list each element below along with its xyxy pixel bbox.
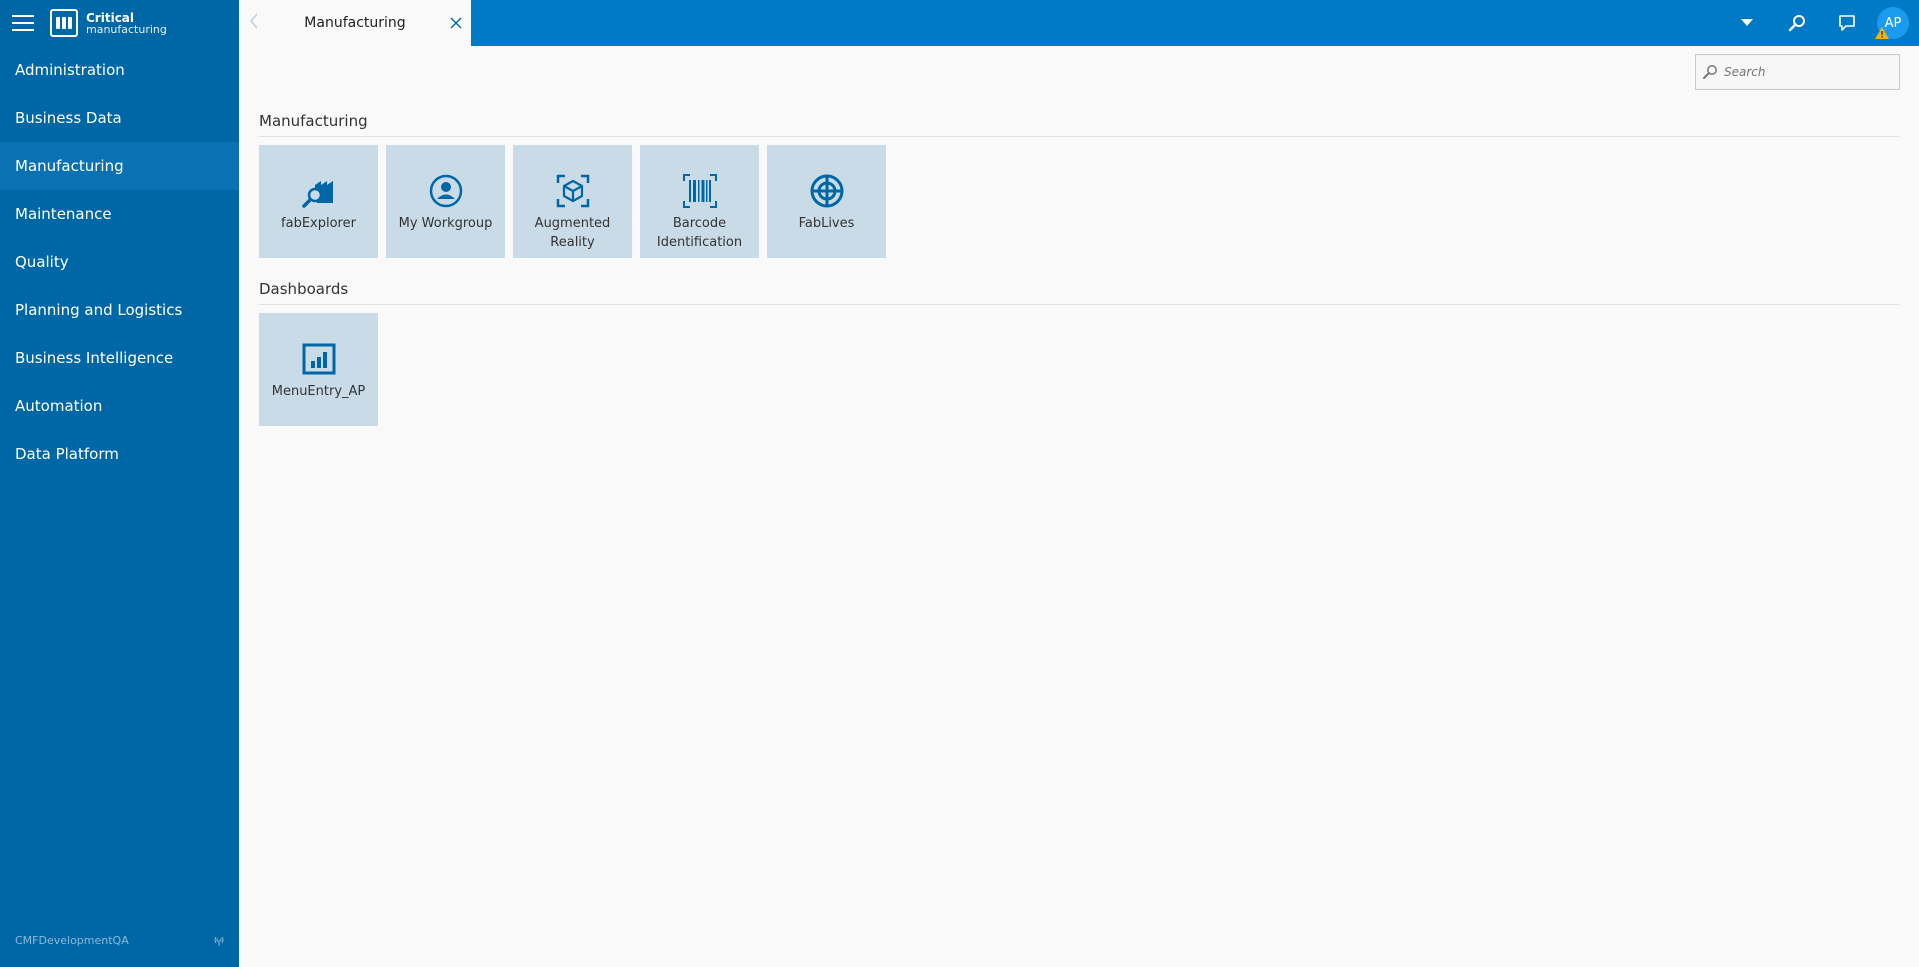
search-box — [1695, 54, 1900, 90]
top-bar: Manufacturing AP — [239, 0, 1919, 46]
sidebar-item-administration[interactable]: Administration — [0, 46, 239, 94]
sidebar: Critical manufacturing Administration Bu… — [0, 0, 239, 967]
section-manufacturing: Manufacturing fabExplorer My Workgroup A… — [259, 112, 1900, 258]
sidebar-item-automation[interactable]: Automation — [0, 382, 239, 430]
tile-label: Augmented Reality — [534, 216, 611, 250]
ar-cube-icon — [555, 171, 591, 211]
dashboard-chart-icon — [301, 339, 337, 379]
search-input[interactable] — [1724, 65, 1884, 79]
sidebar-nav: Administration Business Data Manufacturi… — [0, 46, 239, 478]
logo[interactable]: Critical manufacturing — [50, 9, 167, 37]
network-status-icon[interactable] — [214, 936, 224, 946]
sidebar-item-business-intelligence[interactable]: Business Intelligence — [0, 334, 239, 382]
section-title: Manufacturing — [259, 112, 1900, 137]
brand-bar: Critical manufacturing — [0, 0, 239, 46]
sidebar-item-data-platform[interactable]: Data Platform — [0, 430, 239, 478]
logo-mark-icon — [50, 9, 78, 37]
sidebar-item-manufacturing[interactable]: Manufacturing — [0, 142, 239, 190]
search-field-icon — [1696, 64, 1724, 80]
tile-label: fabExplorer — [281, 216, 356, 231]
target-icon — [809, 171, 845, 211]
tile-label: MenuEntry_AP — [271, 384, 366, 399]
tab-title: Manufacturing — [304, 15, 406, 31]
sidebar-item-business-data[interactable]: Business Data — [0, 94, 239, 142]
sidebar-item-planning-and-logistics[interactable]: Planning and Logistics — [0, 286, 239, 334]
tile-group: fabExplorer My Workgroup Augmented Reali… — [259, 145, 1900, 258]
tab-manufacturing[interactable]: Manufacturing — [239, 0, 471, 46]
search-icon[interactable] — [1772, 0, 1822, 46]
section-title: Dashboards — [259, 280, 1900, 305]
tile-menuentry-ap[interactable]: MenuEntry_AP — [259, 313, 378, 426]
sidebar-item-maintenance[interactable]: Maintenance — [0, 190, 239, 238]
chat-icon[interactable] — [1822, 0, 1872, 46]
top-actions: AP — [1722, 0, 1919, 46]
tile-my-workgroup[interactable]: My Workgroup — [386, 145, 505, 258]
dropdown-chevron-icon[interactable] — [1722, 0, 1772, 46]
sidebar-footer: CMFDevelopmentQA — [0, 934, 239, 947]
tile-fabexplorer[interactable]: fabExplorer — [259, 145, 378, 258]
section-dashboards: Dashboards MenuEntry_AP — [259, 280, 1900, 426]
close-icon[interactable] — [441, 13, 471, 34]
barcode-icon — [682, 171, 718, 211]
tile-fablives[interactable]: FabLives — [767, 145, 886, 258]
chevron-left-icon[interactable] — [239, 13, 269, 34]
sidebar-item-quality[interactable]: Quality — [0, 238, 239, 286]
hamburger-menu-icon[interactable] — [12, 15, 34, 31]
fab-explorer-icon — [301, 171, 337, 211]
tile-group: MenuEntry_AP — [259, 313, 1900, 426]
tile-barcode-identification[interactable]: Barcode Identification — [640, 145, 759, 258]
logo-text-line2: manufacturing — [86, 22, 167, 36]
user-avatar[interactable]: AP — [1875, 7, 1909, 39]
tile-augmented-reality[interactable]: Augmented Reality — [513, 145, 632, 258]
tile-label: FabLives — [798, 216, 855, 231]
user-circle-icon — [428, 171, 464, 211]
tile-label: My Workgroup — [398, 216, 493, 231]
tile-label: Barcode Identification — [656, 216, 743, 250]
warning-icon — [1875, 27, 1889, 43]
logo-text-line1: Critical — [86, 10, 135, 25]
environment-name: CMFDevelopmentQA — [15, 934, 129, 947]
